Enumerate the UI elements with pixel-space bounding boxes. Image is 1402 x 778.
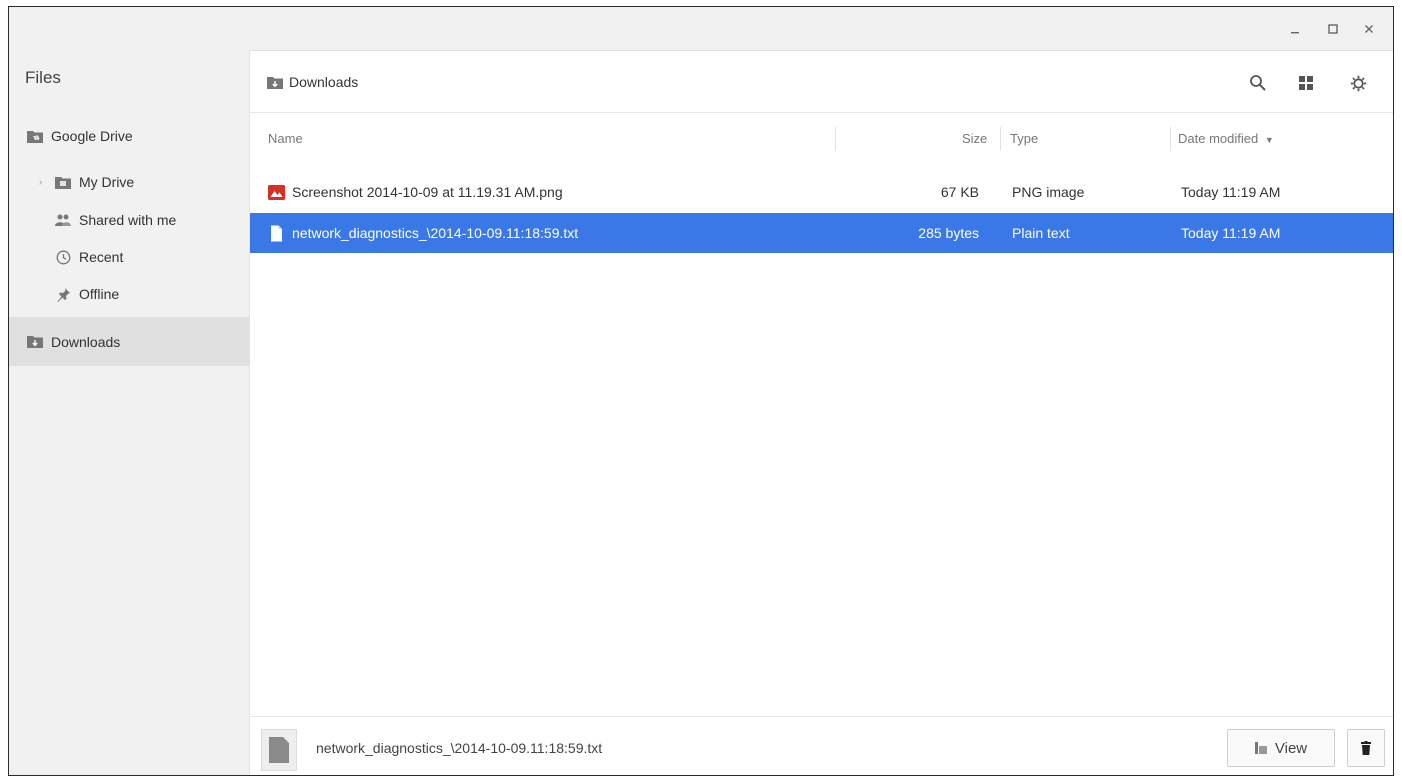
toolbar: Downloads <box>250 50 1393 113</box>
column-divider[interactable] <box>1000 127 1001 151</box>
sort-desc-icon: ▼ <box>1264 135 1274 145</box>
file-type: Plain text <box>1012 225 1070 241</box>
sidebar-item-label: Offline <box>79 286 120 302</box>
chevron-right-icon[interactable]: › <box>39 177 49 188</box>
file-date: Today 11:19 AM <box>1181 184 1281 200</box>
sidebar-item-recent[interactable]: Recent <box>9 239 249 275</box>
file-name: network_diagnostics_\2014-10-09.11:18:59… <box>292 225 579 241</box>
sidebar-item-shared-with-me[interactable]: Shared with me <box>9 202 249 238</box>
sidebar-item-label: Shared with me <box>79 212 177 228</box>
main-panel: Downloads Name Size Type Date modified ▼ <box>250 50 1393 775</box>
app-title: Files <box>25 68 61 87</box>
settings-button[interactable] <box>1345 70 1371 96</box>
sidebar-item-label: Google Drive <box>51 128 133 144</box>
document-icon <box>269 737 289 763</box>
minimize-icon <box>1291 32 1299 34</box>
drive-folder-icon <box>27 128 43 144</box>
gear-icon <box>1350 75 1366 91</box>
download-folder-icon <box>267 76 283 89</box>
file-size: 285 bytes <box>918 225 979 241</box>
minimize-button[interactable] <box>1283 17 1307 41</box>
sidebar-item-my-drive[interactable]: › My Drive <box>9 164 249 200</box>
file-type: PNG image <box>1012 184 1085 200</box>
column-header-type[interactable]: Type <box>1010 131 1038 146</box>
maximize-icon <box>1328 24 1338 34</box>
sidebar-item-label: Recent <box>79 249 124 265</box>
column-divider[interactable] <box>1170 127 1171 151</box>
view-button-label: View <box>1274 739 1308 757</box>
trash-icon <box>1361 741 1371 755</box>
sidebar-item-offline[interactable]: Offline <box>9 276 249 312</box>
sidebar-item-downloads[interactable]: Downloads <box>9 317 249 366</box>
table-row[interactable]: Screenshot 2014-10-09 at 11.19.31 AM.png… <box>250 172 1393 212</box>
clock-icon <box>55 249 71 265</box>
folder-icon <box>55 174 71 190</box>
column-header-size[interactable]: Size <box>962 131 987 146</box>
breadcrumb[interactable]: Downloads <box>267 74 358 90</box>
search-icon <box>1250 75 1266 91</box>
maximize-button[interactable] <box>1321 17 1345 41</box>
people-icon <box>55 212 71 228</box>
column-headers: Name Size Type Date modified ▼ <box>250 113 1393 163</box>
view-button[interactable]: View <box>1227 729 1335 767</box>
download-folder-icon <box>27 334 43 350</box>
file-name: Screenshot 2014-10-09 at 11.19.31 AM.png <box>292 184 563 200</box>
image-file-icon <box>268 185 285 200</box>
text-file-icon <box>271 225 282 242</box>
grid-view-icon <box>1299 76 1313 90</box>
column-header-date[interactable]: Date modified ▼ <box>1178 131 1274 146</box>
sidebar-item-label: Downloads <box>51 333 121 350</box>
search-button[interactable] <box>1245 70 1271 96</box>
title-bar <box>9 7 1393 51</box>
view-icon <box>1254 742 1267 754</box>
table-row[interactable]: network_diagnostics_\2014-10-09.11:18:59… <box>250 213 1393 253</box>
column-divider[interactable] <box>835 127 836 151</box>
column-header-name[interactable]: Name <box>268 131 303 146</box>
sidebar-item-google-drive[interactable]: Google Drive <box>9 118 249 154</box>
close-icon <box>1365 25 1373 33</box>
file-thumbnail <box>261 729 297 771</box>
sidebar: Files Google Drive › My Drive Shared wit… <box>9 50 250 775</box>
footer-bar: network_diagnostics_\2014-10-09.11:18:59… <box>250 716 1393 775</box>
breadcrumb-current[interactable]: Downloads <box>289 74 358 90</box>
selected-file-name: network_diagnostics_\2014-10-09.11:18:59… <box>316 740 603 756</box>
sidebar-item-label: My Drive <box>79 174 135 190</box>
delete-button[interactable] <box>1347 729 1385 767</box>
file-date: Today 11:19 AM <box>1181 225 1281 241</box>
close-button[interactable] <box>1357 17 1381 41</box>
grid-view-button[interactable] <box>1293 70 1319 96</box>
column-header-date-label: Date modified <box>1178 131 1259 146</box>
file-size: 67 KB <box>940 184 979 200</box>
pin-icon <box>55 286 71 302</box>
files-app-window: Files Google Drive › My Drive Shared wit… <box>8 6 1394 776</box>
